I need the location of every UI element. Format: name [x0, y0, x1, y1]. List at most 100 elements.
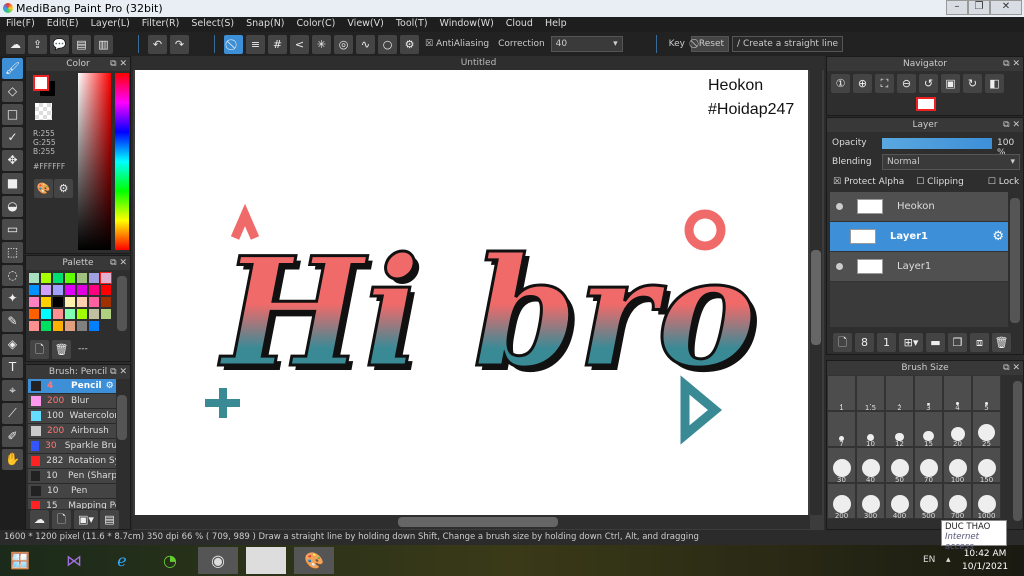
brush-size-option[interactable]: 500	[914, 483, 943, 520]
gear-icon[interactable]: ⚙	[106, 381, 114, 391]
palette-icon[interactable]: 🎨	[34, 179, 53, 198]
close-icon[interactable]: ⧉ ✕	[1003, 57, 1020, 71]
brush-cloud-icon[interactable]: ☁	[30, 510, 49, 529]
straight-line-button[interactable]: / Create a straight line	[732, 36, 844, 52]
document-icon[interactable]: ▥	[94, 34, 113, 54]
brush-size-option[interactable]: 1.5	[856, 375, 885, 412]
brush-size-option[interactable]: 5	[972, 375, 1001, 412]
radial-snap-icon[interactable]: ✳	[312, 34, 331, 54]
brush-item[interactable]: 100 Watercolor	[28, 409, 116, 424]
delete-layer-icon[interactable]: 🗑	[992, 333, 1011, 352]
palette-swatch[interactable]	[65, 297, 75, 307]
new-palette-icon[interactable]: 🗋	[30, 340, 49, 359]
palette-swatch[interactable]	[29, 321, 39, 331]
close-button[interactable]: ✕	[990, 0, 1022, 15]
palette-swatch[interactable]	[89, 321, 99, 331]
brush-size-option[interactable]: 4	[943, 375, 972, 412]
close-icon[interactable]: ⧉ ✕	[110, 256, 127, 270]
brush-size-scrollbar[interactable]	[1013, 381, 1022, 521]
brush-scrollbar[interactable]	[117, 395, 127, 440]
menu-window[interactable]: Window(W)	[434, 17, 500, 32]
layer-item-selected[interactable]: Layer1 ⚙	[830, 222, 1008, 252]
brush-item[interactable]: 4 Pencil ⚙	[28, 379, 116, 394]
palette-swatch[interactable]	[53, 321, 63, 331]
clipping-checkbox[interactable]: ☐ Clipping	[916, 177, 964, 187]
brush-tool-icon[interactable]: 🖌	[2, 58, 23, 79]
document-tab[interactable]: Untitled	[133, 56, 824, 70]
concentric-snap-icon[interactable]: ◎	[334, 34, 353, 54]
menu-snap[interactable]: Snap(N)	[240, 17, 290, 32]
vertical-scrollbar[interactable]	[810, 70, 822, 515]
close-icon[interactable]: ⧉ ✕	[110, 365, 127, 379]
menu-view[interactable]: View(V)	[341, 17, 389, 32]
palette-swatch[interactable]	[29, 273, 39, 283]
fullscreen-icon[interactable]: ▣	[941, 74, 960, 93]
layer-scrollbar[interactable]	[1010, 198, 1020, 323]
palette-swatch[interactable]	[41, 273, 51, 283]
hue-slider[interactable]	[115, 73, 129, 250]
layer-item[interactable]: Heokon	[830, 192, 1008, 222]
brush-settings-icon[interactable]: ▤	[100, 510, 119, 529]
add-layer-menu-icon[interactable]: ⊞▾	[899, 333, 923, 352]
brush-size-option[interactable]: 700	[943, 483, 972, 520]
palette-swatch[interactable]	[77, 321, 87, 331]
fit-icon[interactable]: ⛶	[875, 74, 894, 93]
protect-alpha-checkbox[interactable]: ☒ Protect Alpha	[833, 177, 904, 187]
horizontal-scrollbar[interactable]	[133, 515, 810, 529]
cloud-icon[interactable]: ☁	[6, 34, 25, 54]
gradient-tool-icon[interactable]: ▭	[2, 219, 23, 240]
lock-checkbox[interactable]: ☐ Lock	[988, 177, 1019, 187]
reset-button[interactable]: ⃠ Reset	[691, 36, 730, 52]
navigator-preview[interactable]	[916, 97, 936, 111]
share-icon[interactable]: ⇪	[28, 34, 47, 54]
circle-snap-icon[interactable]: ○	[378, 34, 397, 54]
brush-size-option[interactable]: 200	[827, 483, 856, 520]
start-button[interactable]: 🪟	[0, 547, 40, 574]
new-layer-icon[interactable]: 🗋	[833, 333, 852, 352]
opacity-slider[interactable]	[882, 138, 992, 149]
tray-arrow-icon[interactable]: ▴	[946, 555, 951, 565]
new-brush-icon[interactable]: 🗋	[52, 510, 71, 529]
close-icon[interactable]: ⧉ ✕	[1003, 361, 1020, 375]
palette-scrollbar[interactable]	[117, 276, 127, 331]
brush-size-option[interactable]: 7	[827, 411, 856, 448]
magic-wand-icon[interactable]: ✦	[2, 288, 23, 309]
palette-swatch[interactable]	[89, 297, 99, 307]
menu-color[interactable]: Color(C)	[291, 17, 342, 32]
visibility-icon[interactable]	[836, 263, 843, 270]
snap-off-icon[interactable]: ⃠	[224, 34, 243, 54]
brush-size-option[interactable]: 1	[827, 375, 856, 412]
menu-edit[interactable]: Edit(E)	[41, 17, 85, 32]
menu-tool[interactable]: Tool(T)	[390, 17, 434, 32]
select-eraser-icon[interactable]: ◈	[2, 334, 23, 355]
zoom-out-icon[interactable]: ⊖	[897, 74, 916, 93]
operation-tool-icon[interactable]: ⌖	[2, 380, 23, 401]
zoom-actual-icon[interactable]: ①	[831, 74, 850, 93]
divide-tool-icon[interactable]: ⟋	[2, 403, 23, 424]
paint-icon[interactable]: 🎨	[294, 547, 334, 574]
palette-swatch[interactable]	[53, 273, 63, 283]
add-brush-icon[interactable]: ▣▾	[74, 510, 98, 529]
curve-snap-icon[interactable]: ∿	[356, 34, 375, 54]
palette-swatch[interactable]	[77, 273, 87, 283]
brush-size-option[interactable]: 400	[885, 483, 914, 520]
lasso-tool-icon[interactable]: ◌	[2, 265, 23, 286]
message-icon[interactable]: ▤	[72, 34, 91, 54]
duplicate-layer-icon[interactable]: ❐	[948, 333, 967, 352]
palette-swatch[interactable]	[53, 285, 63, 295]
gear-icon[interactable]: ⚙	[992, 229, 1004, 244]
palette-swatch[interactable]	[77, 285, 87, 295]
brush-size-option[interactable]: 150	[972, 447, 1001, 484]
brush-item[interactable]: 15 Mapping Pe	[28, 499, 116, 509]
palette-swatch[interactable]	[101, 309, 111, 319]
palette-swatch[interactable]	[65, 321, 75, 331]
dot-tool-icon[interactable]: ✓	[2, 127, 23, 148]
layer-item[interactable]: Layer1	[830, 252, 1008, 282]
hand-tool-icon[interactable]: ✋	[2, 449, 23, 470]
redo-button[interactable]: ↷	[170, 34, 189, 54]
brush-size-option[interactable]: 20	[943, 411, 972, 448]
menu-filter[interactable]: Filter(R)	[136, 17, 186, 32]
brush-size-option[interactable]: 1000	[972, 483, 1001, 520]
palette-swatch[interactable]	[29, 297, 39, 307]
chrome-icon[interactable]: ◉	[198, 547, 238, 574]
